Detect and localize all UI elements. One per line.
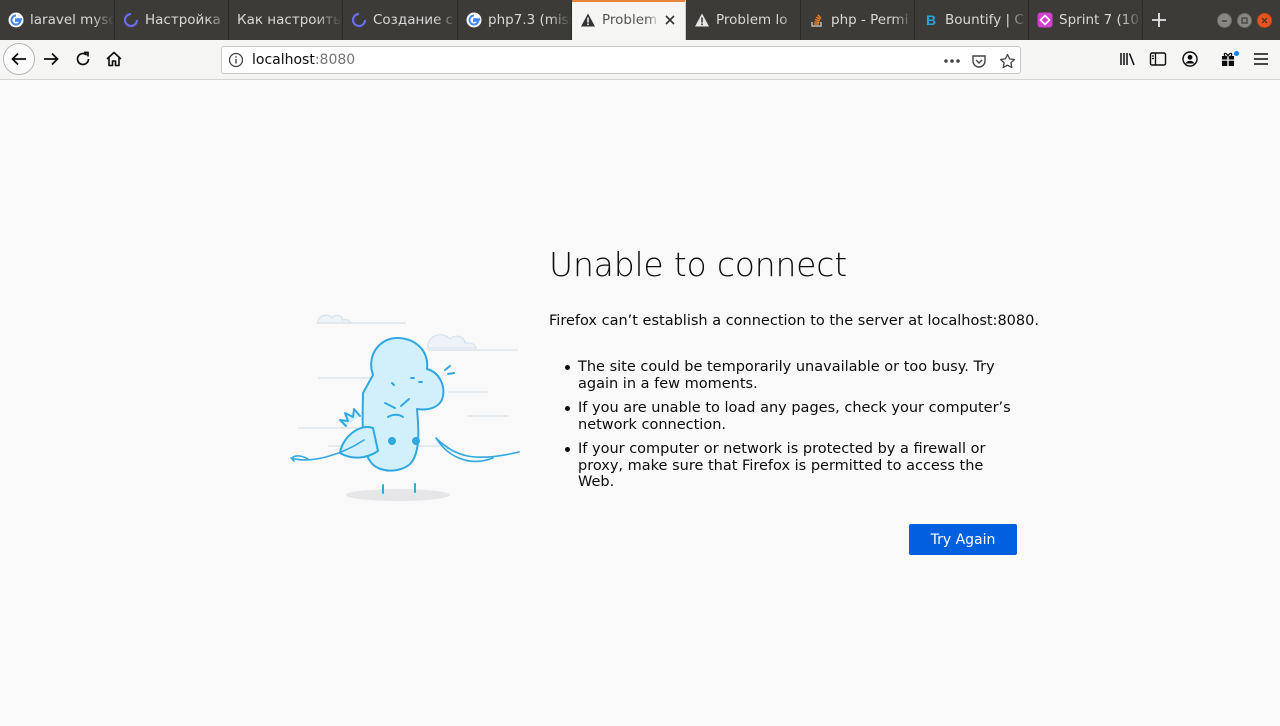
url-bar[interactable]: localhost:8080 [221, 46, 1021, 74]
error-title: Unable to connect [549, 245, 847, 284]
google-icon [466, 12, 482, 28]
tab-sprint[interactable]: Sprint 7 (10 [1029, 0, 1143, 40]
warning-icon [694, 12, 710, 28]
tab-title: Problem [602, 12, 658, 28]
tab-laravel[interactable]: laravel mysql [0, 0, 115, 40]
tab-bountify[interactable]: B Bountify | C [915, 0, 1029, 40]
tab-nastroyka[interactable]: Настройка [115, 0, 229, 40]
tab-title: Настройка [145, 12, 221, 28]
menu-icon[interactable] [1246, 44, 1276, 74]
account-icon[interactable] [1175, 44, 1205, 74]
tab-title: laravel mysql [30, 12, 114, 28]
forward-button[interactable] [36, 44, 66, 74]
tab-title: Как настроить [237, 12, 342, 28]
tab-php-permission[interactable]: php - Permi [801, 0, 915, 40]
tab-sozdanie[interactable]: Создание с [343, 0, 458, 40]
tab-title: php7.3 (missing [488, 12, 571, 28]
bookmark-star-icon[interactable] [996, 50, 1018, 72]
library-icon[interactable] [1113, 44, 1143, 74]
tab-title: php - Permi [831, 12, 909, 28]
tab-title: Bountify | C [945, 12, 1024, 28]
url-text[interactable]: localhost:8080 [252, 52, 355, 68]
tab-problem-active[interactable]: Problem [572, 0, 686, 40]
stackoverflow-icon [809, 12, 825, 28]
bountify-icon: B [923, 12, 939, 28]
site-info-icon[interactable] [228, 52, 244, 68]
back-button[interactable] [3, 43, 35, 75]
sidebar-toggle-icon[interactable] [1143, 44, 1173, 74]
window-close-button[interactable] [1257, 13, 1272, 28]
try-again-button[interactable]: Try Again [909, 524, 1017, 555]
google-icon [8, 12, 24, 28]
tab-strip: laravel mysql Настройка Как настроить Со… [0, 0, 1280, 40]
tab-title: Создание с [373, 12, 454, 28]
dinosaur-illustration [288, 300, 524, 510]
list-item: If your computer or network is protected… [565, 441, 1023, 491]
maximize-button[interactable] [1237, 13, 1252, 28]
jira-icon [1037, 12, 1053, 28]
page-actions-icon[interactable] [941, 50, 963, 72]
pocket-icon[interactable] [968, 50, 990, 72]
navigation-toolbar: localhost:8080 [0, 40, 1280, 80]
error-description: Firefox can’t establish a connection to … [549, 313, 1039, 329]
spinner-icon [351, 12, 367, 28]
tab-title: Problem lo [716, 12, 788, 28]
reload-button[interactable] [68, 44, 98, 74]
url-port: :8080 [314, 52, 356, 68]
svg-text:B: B [926, 12, 936, 28]
home-button[interactable] [99, 44, 129, 74]
tab-php73[interactable]: php7.3 (missing [458, 0, 572, 40]
tab-kak-nastroit[interactable]: Как настроить [229, 0, 343, 40]
warning-icon [580, 12, 596, 28]
close-icon[interactable] [661, 11, 679, 29]
new-tab-button[interactable] [1144, 6, 1174, 34]
url-host: localhost [252, 52, 315, 68]
error-suggestions-list: The site could be temporarily unavailabl… [565, 359, 1023, 499]
minimize-button[interactable] [1217, 13, 1232, 28]
tab-title: Sprint 7 (10 [1059, 12, 1139, 28]
list-item: If you are unable to load any pages, che… [565, 400, 1023, 433]
list-item: The site could be temporarily unavailabl… [565, 359, 1023, 392]
tab-problem-loading[interactable]: Problem lo [686, 0, 801, 40]
spinner-icon [123, 12, 139, 28]
extensions-gift-icon[interactable] [1215, 44, 1245, 74]
